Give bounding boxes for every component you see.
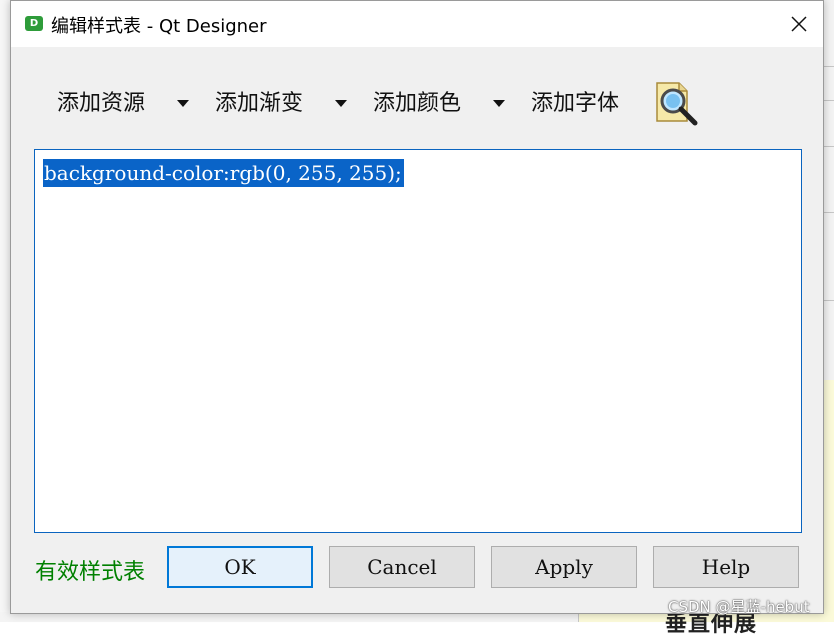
add-resource-button[interactable]: 添加资源: [57, 89, 197, 119]
dropdown-arrow-icon: [335, 100, 347, 107]
cancel-button[interactable]: Cancel: [329, 546, 475, 588]
close-button[interactable]: [779, 7, 819, 41]
help-button[interactable]: Help: [653, 546, 799, 588]
apply-button[interactable]: Apply: [491, 546, 637, 588]
csdn-watermark: CSDN @星蓝-hebut: [668, 598, 810, 616]
add-gradient-label: 添加渐变: [215, 91, 304, 116]
add-gradient-button[interactable]: 添加渐变: [215, 89, 355, 119]
close-icon: [791, 16, 807, 32]
stylesheet-editor[interactable]: background-color:rgb(0, 255, 255);: [34, 149, 802, 533]
title-bar[interactable]: D 编辑样式表 - Qt Designer: [11, 1, 823, 47]
add-color-label: 添加颜色: [373, 91, 462, 116]
dropdown-arrow-icon: [177, 100, 189, 107]
stylesheet-dialog: D 编辑样式表 - Qt Designer 添加资源 添加渐变 添加颜色 添加字…: [10, 0, 824, 614]
background-left-edge: [0, 0, 10, 622]
validity-status: 有效样式表: [35, 560, 146, 585]
ok-button[interactable]: OK: [167, 546, 313, 588]
add-resource-label: 添加资源: [57, 91, 146, 116]
add-color-button[interactable]: 添加颜色: [373, 89, 513, 119]
dialog-title: 编辑样式表 - Qt Designer: [51, 16, 267, 37]
dropdown-arrow-icon: [493, 100, 505, 107]
add-font-label: 添加字体: [531, 91, 620, 116]
qt-designer-icon: D: [25, 16, 43, 31]
add-font-button[interactable]: 添加字体: [531, 89, 631, 119]
font-preview-icon[interactable]: [651, 77, 703, 129]
stylesheet-text[interactable]: background-color:rgb(0, 255, 255);: [43, 159, 404, 187]
